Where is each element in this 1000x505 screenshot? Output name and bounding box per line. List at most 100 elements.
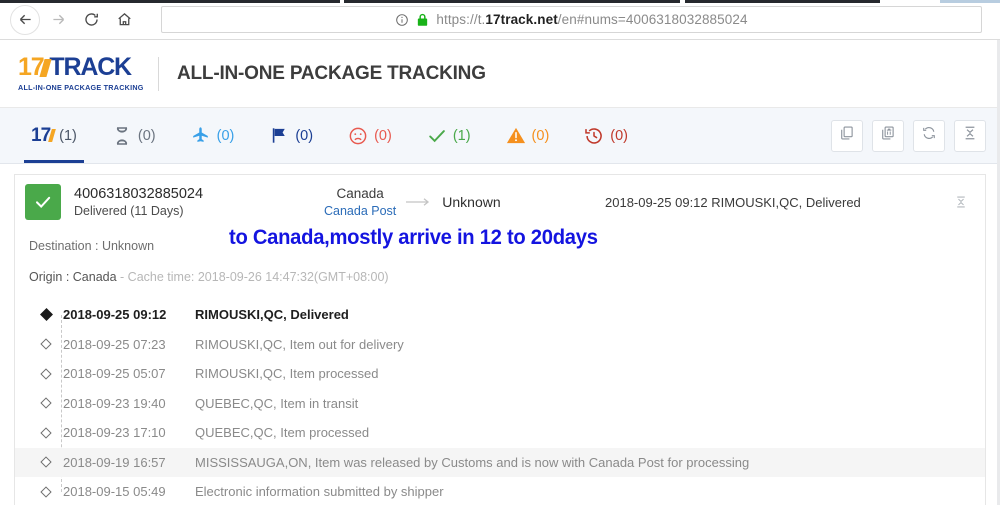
url-scheme: https://t. [436, 12, 486, 27]
page-info-icon[interactable] [395, 13, 409, 27]
diamond-icon [40, 368, 52, 380]
destination-label: Destination : Unknown [29, 239, 155, 253]
timeline-marker [29, 486, 63, 498]
tab-not-found[interactable]: (0) [94, 108, 173, 163]
url-domain: 17track.net [485, 12, 558, 27]
tab-all[interactable]: 17 (1) [14, 108, 94, 163]
origin-country: Canada [336, 186, 384, 202]
site-header: 17 TRACK ALL-IN-ONE PACKAGE TRACKING ALL-… [0, 40, 1000, 108]
timeline-marker-current [29, 308, 63, 322]
tab-undelivered[interactable]: (0) [330, 108, 409, 163]
origin-block: Canada Canada Post [324, 185, 396, 219]
airplane-icon [190, 125, 212, 147]
delete-button[interactable] [872, 119, 904, 152]
tab-undelivered-count: (0) [374, 127, 392, 144]
site-logo[interactable]: 17 TRACK ALL-IN-ONE PACKAGE TRACKING [18, 53, 150, 93]
event-date: 2018-09-23 19:40 [63, 395, 166, 411]
status-tabs: 17 (1) (0) (0) (0) (0) (1) (0) (0) [14, 108, 645, 163]
diamond-icon [40, 397, 52, 409]
sad-face-icon [347, 125, 369, 147]
event-date: 2018-09-25 07:23 [63, 336, 166, 352]
back-arrow-icon[interactable] [10, 4, 40, 35]
copy-trash-icon [880, 125, 896, 146]
collapse-icon [963, 125, 977, 146]
tracking-number-block: 4006318032885024 Delivered (11 Days) [74, 185, 324, 220]
browser-tabstrip-edge [0, 0, 1000, 3]
refresh-button[interactable] [913, 119, 945, 152]
page-title: ALL-IN-ONE PACKAGE TRACKING [177, 62, 486, 84]
browser-nav-buttons [10, 4, 139, 35]
event-description: QUEBEC,QC, Item processed [195, 425, 370, 441]
table-row[interactable]: 2018-09-25 05:07 RIMOUSKI,QC, Item proce… [15, 359, 985, 389]
tab-alert[interactable]: (0) [488, 108, 567, 163]
table-row[interactable]: 2018-09-25 09:12 RIMOUSKI,QC, Delivered [15, 300, 985, 330]
logo-track-text: TRACK [49, 53, 132, 81]
hourglass-icon [111, 125, 133, 147]
status-tab-bar: 17 (1) (0) (0) (0) (0) (1) (0) (0) [0, 108, 1000, 164]
url-text: https://t.17track.net/en#nums=4006318032… [436, 12, 747, 27]
tracking-result-card: 4006318032885024 Delivered (11 Days) Can… [14, 174, 986, 505]
table-row[interactable]: 2018-09-19 16:57 MISSISSAUGA,ON, Item wa… [15, 447, 985, 477]
destination-country: Unknown [442, 193, 501, 210]
tracking-result-header[interactable]: 4006318032885024 Delivered (11 Days) Can… [15, 175, 985, 229]
address-bar[interactable]: https://t.17track.net/en#nums=4006318032… [161, 6, 982, 33]
copy-icon [839, 125, 855, 146]
event-date: 2018-09-23 17:10 [63, 425, 166, 441]
card-toolbar [831, 119, 986, 152]
table-row[interactable]: 2018-09-23 17:10 QUEBEC,QC, Item process… [15, 418, 985, 448]
tracking-meta: Destination : Unknown Origin : Canada - … [15, 225, 985, 298]
event-date: 2018-09-25 05:07 [63, 366, 166, 382]
check-icon [426, 125, 448, 147]
table-row[interactable]: 2018-09-23 19:40 QUEBEC,QC, Item in tran… [15, 389, 985, 419]
event-description: RIMOUSKI,QC, Item out for delivery [195, 336, 404, 352]
logo-subtitle: ALL-IN-ONE PACKAGE TRACKING [18, 83, 144, 92]
timeline-marker [29, 427, 63, 439]
tab-pickup[interactable]: (0) [251, 108, 330, 163]
collapse-all-button[interactable] [954, 119, 986, 152]
forward-arrow-icon[interactable] [43, 5, 73, 35]
diamond-icon [40, 427, 52, 439]
lock-icon [416, 13, 429, 27]
cache-time: - Cache time: 2018-09-26 14:47:32(GMT+08… [120, 269, 389, 284]
event-date: 2018-09-15 05:49 [63, 484, 166, 500]
tab-in-transit-count: (0) [216, 127, 235, 144]
tab-all-count: (1) [59, 127, 77, 144]
flag-icon [268, 125, 290, 147]
status-badge [25, 184, 61, 220]
tracking-timeline: 2018-09-25 09:12 RIMOUSKI,QC, Delivered … [15, 298, 985, 505]
url-path: /en#nums=4006318032885024 [557, 12, 748, 27]
event-description: MISSISSAUGA,ON, Item was released by Cus… [195, 454, 750, 470]
copy-button[interactable] [831, 119, 863, 152]
card-collapse-icon[interactable] [949, 195, 973, 209]
tab-in-transit[interactable]: (0) [173, 108, 252, 163]
event-description: QUEBEC,QC, Item in transit [195, 395, 359, 411]
tab-expired[interactable]: (0) [566, 108, 645, 163]
origin-label: Origin : Canada [29, 269, 117, 284]
diamond-icon [40, 456, 52, 468]
diamond-icon [40, 486, 52, 498]
tracking-number: 4006318032885024 [74, 185, 204, 202]
17-logo-icon: 17 [31, 125, 57, 147]
table-row[interactable]: 2018-09-25 07:23 RIMOUSKI,QC, Item out f… [15, 330, 985, 360]
tab-alert-count: (0) [531, 127, 550, 144]
annotation-overlay-text: to Canada,mostly arrive in 12 to 20days [229, 225, 598, 249]
carrier-link[interactable]: Canada Post [324, 203, 396, 219]
timeline-marker [29, 338, 63, 350]
browser-toolbar: https://t.17track.net/en#nums=4006318032… [0, 0, 1000, 40]
refresh-icon [921, 125, 937, 146]
tab-not-found-count: (0) [137, 127, 156, 144]
tracking-status-text: Delivered (11 Days) [74, 203, 184, 218]
timeline-marker [29, 456, 63, 468]
reload-icon[interactable] [76, 5, 106, 35]
route-block: Canada Canada Post Unknown [324, 185, 579, 219]
latest-event-summary: 2018-09-25 09:12 RIMOUSKI,QC, Delivered [605, 194, 861, 210]
table-row[interactable]: 2018-09-15 05:49 Electronic information … [15, 477, 985, 505]
event-description: Electronic information submitted by ship… [195, 484, 444, 500]
diamond-icon [40, 338, 52, 350]
tab-delivered[interactable]: (1) [409, 108, 488, 163]
header-divider [158, 56, 159, 91]
tab-expired-count: (0) [610, 127, 629, 144]
timeline-marker [29, 397, 63, 409]
event-description: RIMOUSKI,QC, Delivered [195, 307, 349, 323]
home-icon[interactable] [109, 5, 139, 35]
